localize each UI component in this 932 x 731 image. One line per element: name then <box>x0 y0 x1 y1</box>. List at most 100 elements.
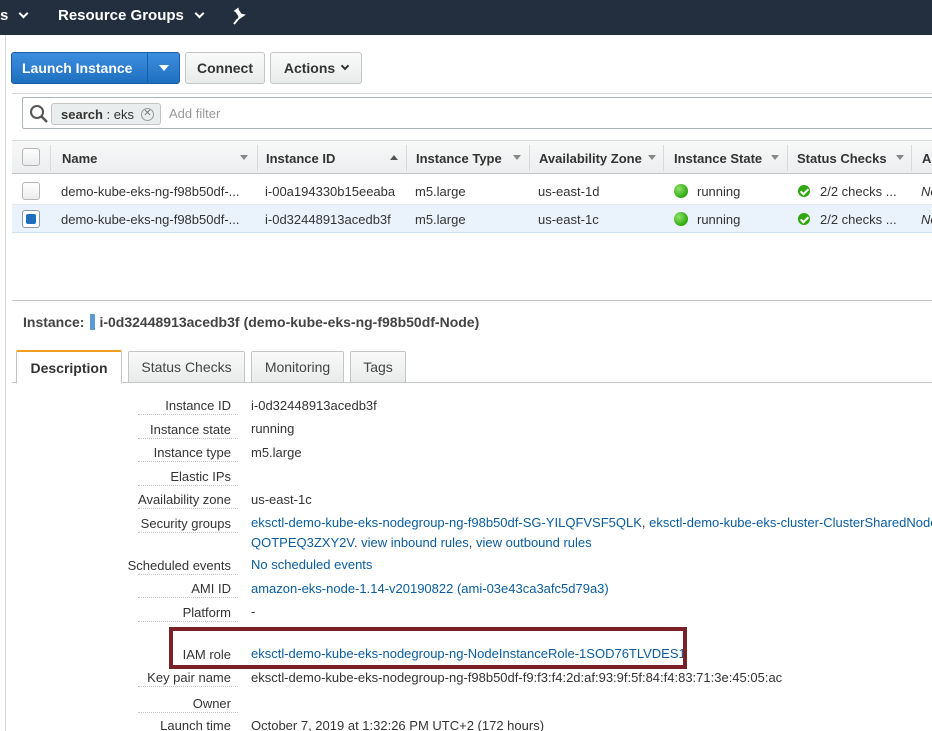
field-value-availability-zone: us-east-1c <box>251 492 312 507</box>
running-status-icon <box>674 184 688 198</box>
connect-label: Connect <box>197 60 253 76</box>
field-label-ami-id: AMI ID <box>191 581 231 596</box>
chevron-down-icon <box>18 8 29 19</box>
cell-status-checks: 2/2 checks ... <box>820 184 897 199</box>
pin-icon[interactable] <box>232 7 248 29</box>
tab-status-checks[interactable]: Status Checks <box>128 351 245 383</box>
field-label-instance-state: Instance state <box>150 422 231 437</box>
left-panel-edge <box>0 35 6 731</box>
column-separator <box>406 145 407 171</box>
cell-instance-id: i-0d32448913acedb3f <box>265 212 391 227</box>
column-header-availability-zone[interactable]: Availability Zone <box>539 141 642 175</box>
column-separator <box>257 145 258 171</box>
field-label-instance-id: Instance ID <box>165 398 231 413</box>
label-underline <box>138 532 238 533</box>
split-pane-divider[interactable] <box>12 300 932 301</box>
field-value-launch-time: October 7, 2019 at 1:32:26 PM UTC+2 (172… <box>251 718 545 731</box>
view-inbound-rules-link[interactable]: view inbound rules <box>361 535 469 550</box>
add-filter-placeholder[interactable]: Add filter <box>169 106 220 121</box>
column-header-truncated-label: A <box>922 150 932 166</box>
field-value-instance-state: running <box>251 421 295 436</box>
cell-availability-zone: us-east-1d <box>538 184 600 199</box>
cell-instance-type: m5.large <box>415 212 466 227</box>
resource-groups-menu[interactable]: Resource Groups <box>58 7 205 24</box>
connect-button[interactable]: Connect <box>185 52 265 84</box>
column-header-instance-type[interactable]: Instance Type <box>416 141 502 175</box>
instances-table-header: Name Instance ID Instance Type Availabil… <box>12 140 932 174</box>
cell-instance-state: running <box>697 184 741 199</box>
cell-name: demo-kube-eks-ng-f98b50df-... <box>61 184 240 199</box>
sort-ascending-icon[interactable] <box>390 155 398 160</box>
label-underline <box>138 508 238 509</box>
row-checkbox[interactable] <box>22 210 40 228</box>
sort-icon[interactable] <box>771 155 779 160</box>
column-header-availability-zone-label: Availability Zone <box>539 150 642 166</box>
sort-icon[interactable] <box>240 155 248 160</box>
cell-instance-state: running <box>697 212 741 227</box>
field-label-elastic-ips: Elastic IPs <box>170 469 231 484</box>
ami-id-link[interactable]: amazon-eks-node-1.14-v20190822 (ami-03e4… <box>251 581 609 596</box>
select-all-checkbox[interactable] <box>22 148 40 166</box>
sort-icon[interactable] <box>648 155 656 160</box>
actions-label: Actions <box>283 60 336 76</box>
field-value-security-groups-line2: QOTPEQ3ZXY2V. view inbound rules, view o… <box>251 535 592 550</box>
services-menu-label: s <box>0 7 9 24</box>
column-header-name[interactable]: Name <box>62 141 97 175</box>
label-underline <box>138 461 238 462</box>
launch-instance-label: Launch Instance <box>22 60 133 76</box>
filter-search-bar[interactable]: search : eks ✕ Add filter <box>22 97 932 129</box>
chevron-down-icon <box>194 8 205 19</box>
label-underline <box>138 686 238 687</box>
column-header-instance-id-label: Instance ID <box>266 150 336 166</box>
caret-down-icon <box>159 65 169 71</box>
launch-dropdown-button[interactable] <box>148 52 180 84</box>
sort-icon[interactable] <box>513 155 521 160</box>
table-row[interactable]: demo-kube-eks-ng-f98b50df-... i-00a19433… <box>12 177 932 205</box>
security-group-link-continued[interactable]: QOTPEQ3ZXY2V <box>251 535 354 550</box>
table-row[interactable]: demo-kube-eks-ng-f98b50df-... i-0d324489… <box>12 205 932 233</box>
security-group-period: . <box>353 535 358 550</box>
services-menu[interactable]: s <box>0 7 29 24</box>
column-header-instance-state[interactable]: Instance State <box>674 141 762 175</box>
column-header-instance-type-label: Instance Type <box>416 150 502 166</box>
tab-monitoring-label: Monitoring <box>264 359 331 375</box>
column-separator <box>787 145 788 171</box>
tab-monitoring[interactable]: Monitoring <box>251 351 344 383</box>
cell-truncated: No <box>921 212 932 227</box>
actions-button[interactable]: Actions <box>270 52 362 84</box>
tab-description[interactable]: Description <box>16 350 122 384</box>
cell-name: demo-kube-eks-ng-f98b50df-... <box>61 212 240 227</box>
view-outbound-rules-link[interactable]: view outbound rules <box>476 535 592 550</box>
tab-tags[interactable]: Tags <box>350 351 406 383</box>
toolbar-divider <box>12 93 932 94</box>
row-checkbox[interactable] <box>22 182 40 200</box>
security-group-separator: , <box>641 515 646 530</box>
check-icon <box>798 213 810 225</box>
tab-description-label: Description <box>30 359 108 376</box>
security-group-link[interactable]: eksctl-demo-kube-eks-nodegroup-ng-f98b50… <box>251 515 642 530</box>
column-header-instance-state-label: Instance State <box>674 150 763 166</box>
scheduled-events-link[interactable]: No scheduled events <box>251 557 372 572</box>
search-icon <box>29 104 49 124</box>
close-icon[interactable]: ✕ <box>141 107 154 121</box>
tab-tags-label: Tags <box>363 359 393 375</box>
field-label-platform: Platform <box>182 605 231 620</box>
sort-icon[interactable] <box>896 155 904 160</box>
field-label-instance-type: Instance type <box>153 445 231 460</box>
field-label-owner: Owner <box>192 696 231 711</box>
column-header-instance-id[interactable]: Instance ID <box>266 141 335 175</box>
cell-availability-zone: us-east-1c <box>538 212 599 227</box>
label-underline <box>138 485 238 486</box>
filter-token[interactable]: search : eks ✕ <box>51 103 161 125</box>
cell-instance-type: m5.large <box>415 184 466 199</box>
field-label-launch-time: Launch time <box>160 718 231 731</box>
column-header-truncated[interactable]: A <box>922 141 931 175</box>
field-value-instance-id: i-0d32448913acedb3f <box>251 398 377 413</box>
label-underline <box>138 414 238 415</box>
security-group-link[interactable]: eksctl-demo-kube-eks-cluster-ClusterShar… <box>649 515 932 530</box>
instance-detail-title: Instance: i-0d32448913acedb3f (demo-kube… <box>23 314 479 330</box>
column-header-status-checks[interactable]: Status Checks <box>797 141 887 175</box>
field-label-availability-zone: Availability zone <box>138 492 231 507</box>
column-separator <box>50 145 51 171</box>
instance-title-prefix: Instance: <box>23 314 85 330</box>
